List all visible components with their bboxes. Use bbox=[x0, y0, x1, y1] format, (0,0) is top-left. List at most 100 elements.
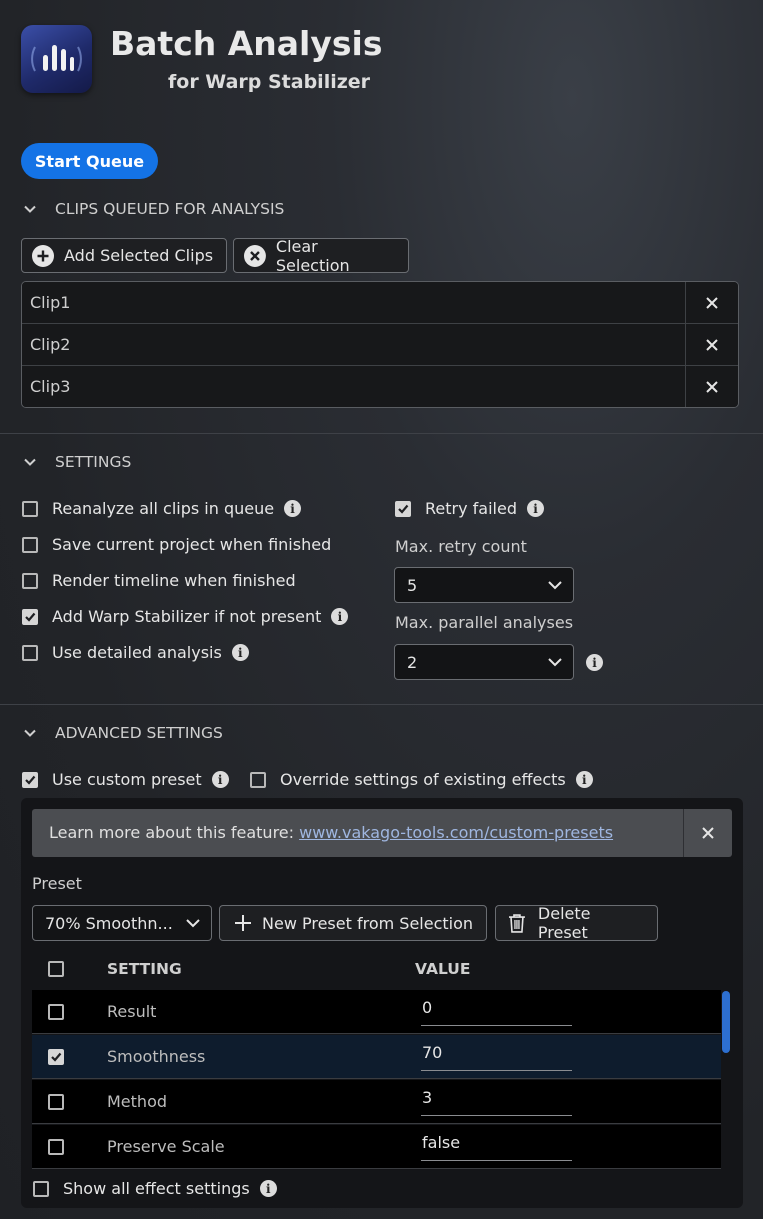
option-label: Retry failed bbox=[425, 499, 517, 518]
preset-label: Preset bbox=[32, 874, 82, 893]
checkbox[interactable] bbox=[48, 1094, 64, 1110]
max-retry-label: Max. retry count bbox=[395, 537, 527, 556]
list-item[interactable]: Clip1 bbox=[22, 282, 738, 324]
reanalyze-option[interactable]: Reanalyze all clips in queue i bbox=[22, 499, 302, 518]
checkbox[interactable] bbox=[250, 771, 266, 788]
option-label: Save current project when finished bbox=[52, 535, 332, 554]
start-queue-button[interactable]: Start Queue bbox=[21, 143, 158, 179]
remove-clip-button[interactable] bbox=[685, 324, 738, 365]
show-all-settings-option[interactable]: Show all effect settings i bbox=[33, 1179, 277, 1198]
save-project-option[interactable]: Save current project when finished bbox=[22, 535, 331, 554]
list-item[interactable]: Clip3 bbox=[22, 366, 738, 407]
settings-table: Result 0 Smoothness 70 Method 3 Preserve… bbox=[32, 990, 732, 1170]
clip-name: Clip2 bbox=[30, 335, 71, 354]
setting-value-input[interactable]: 70 bbox=[421, 1043, 572, 1071]
max-retry-select[interactable]: 5 bbox=[394, 567, 574, 603]
render-timeline-option[interactable]: Render timeline when finished bbox=[22, 571, 296, 590]
audio-bars-logo-icon bbox=[31, 45, 82, 72]
setting-column-header: SETTING bbox=[107, 960, 182, 978]
setting-value-input[interactable]: 0 bbox=[421, 998, 572, 1026]
setting-name: Preserve Scale bbox=[107, 1137, 225, 1156]
add-selected-clips-label: Add Selected Clips bbox=[64, 246, 214, 265]
scrollbar-thumb[interactable] bbox=[722, 991, 730, 1053]
delete-preset-label: Delete Preset bbox=[537, 904, 591, 942]
max-parallel-label: Max. parallel analyses bbox=[395, 613, 574, 632]
detailed-analysis-option[interactable]: Use detailed analysis i bbox=[22, 643, 249, 662]
info-icon[interactable]: i bbox=[586, 654, 603, 671]
app-logo bbox=[21, 25, 92, 93]
option-label: Reanalyze all clips in queue bbox=[52, 499, 275, 518]
chevron-down-icon bbox=[24, 458, 36, 466]
clear-selection-button[interactable]: Clear Selection bbox=[233, 236, 409, 275]
option-label: Show all effect settings bbox=[63, 1179, 250, 1198]
table-row[interactable]: Result 0 bbox=[32, 990, 722, 1034]
table-row[interactable]: Preserve Scale false bbox=[32, 1125, 722, 1169]
list-item[interactable]: Clip2 bbox=[22, 324, 738, 366]
banner-close-button[interactable] bbox=[683, 809, 732, 857]
checkbox[interactable] bbox=[22, 536, 38, 553]
clip-list: Clip1 Clip2 Clip3 bbox=[21, 281, 739, 408]
checkbox[interactable] bbox=[22, 608, 38, 625]
add-warp-stabilizer-option[interactable]: Add Warp Stabilizer if not present i bbox=[22, 607, 349, 626]
use-custom-preset-option[interactable]: Use custom preset i bbox=[22, 770, 229, 789]
add-selected-clips-button[interactable]: Add Selected Clips bbox=[21, 238, 227, 273]
new-preset-label: New Preset from Selection bbox=[262, 913, 474, 933]
checkmark-icon bbox=[51, 1052, 62, 1062]
banner-link[interactable]: www.vakago-tools.com/custom-presets bbox=[299, 823, 613, 842]
checkbox[interactable] bbox=[22, 572, 38, 589]
app-title: Batch Analysis bbox=[110, 24, 383, 63]
setting-value-input[interactable]: false bbox=[421, 1133, 572, 1161]
checkbox[interactable] bbox=[48, 1139, 64, 1155]
remove-clip-button[interactable] bbox=[685, 282, 738, 323]
clear-selection-label: Clear Selection bbox=[275, 236, 350, 275]
trash-icon bbox=[508, 914, 525, 933]
info-icon[interactable]: i bbox=[231, 644, 249, 661]
remove-clip-button[interactable] bbox=[685, 366, 738, 407]
table-row[interactable]: Smoothness 70 bbox=[32, 1035, 722, 1079]
info-icon[interactable]: i bbox=[211, 771, 229, 788]
chevron-down-icon bbox=[24, 729, 36, 737]
chevron-down-icon bbox=[186, 919, 200, 928]
advanced-section-header[interactable]: ADVANCED SETTINGS bbox=[21, 724, 223, 742]
select-all-checkbox[interactable] bbox=[48, 961, 64, 977]
clips-section-header[interactable]: CLIPS QUEUED FOR ANALYSIS bbox=[21, 200, 284, 218]
close-icon bbox=[706, 338, 718, 351]
setting-name: Method bbox=[107, 1092, 168, 1111]
clip-name: Clip3 bbox=[30, 377, 71, 396]
info-icon[interactable]: i bbox=[575, 771, 593, 788]
checkmark-icon bbox=[25, 775, 36, 785]
table-row[interactable]: Method 3 bbox=[32, 1080, 722, 1124]
checkbox[interactable] bbox=[395, 500, 411, 517]
checkbox[interactable] bbox=[48, 1004, 64, 1020]
checkmark-icon bbox=[398, 504, 409, 514]
setting-name: Result bbox=[107, 1002, 157, 1021]
preset-select[interactable]: 70% Smoothn... bbox=[32, 905, 212, 941]
chevron-down-icon bbox=[24, 205, 36, 213]
select-value: 5 bbox=[407, 575, 418, 595]
override-settings-option[interactable]: Override settings of existing effects i bbox=[250, 770, 593, 789]
setting-name: Smoothness bbox=[107, 1047, 206, 1066]
info-icon[interactable]: i bbox=[331, 608, 349, 625]
clip-name: Clip1 bbox=[30, 293, 71, 312]
banner-text: Learn more about this feature: www.vakag… bbox=[49, 823, 613, 842]
setting-value-input[interactable]: 3 bbox=[421, 1088, 572, 1116]
divider bbox=[0, 704, 763, 705]
close-icon bbox=[706, 380, 718, 393]
max-parallel-select[interactable]: 2 bbox=[394, 644, 574, 680]
settings-section-header[interactable]: SETTINGS bbox=[21, 453, 131, 471]
option-label: Use custom preset bbox=[52, 770, 202, 789]
checkbox[interactable] bbox=[22, 500, 38, 517]
info-icon[interactable]: i bbox=[526, 500, 544, 517]
select-value: 2 bbox=[407, 652, 418, 672]
checkbox[interactable] bbox=[22, 644, 38, 661]
checkbox[interactable] bbox=[48, 1049, 64, 1065]
new-preset-button[interactable]: New Preset from Selection bbox=[219, 905, 487, 941]
retry-failed-option[interactable]: Retry failed i bbox=[395, 499, 544, 518]
checkbox[interactable] bbox=[33, 1180, 49, 1197]
divider bbox=[0, 433, 763, 434]
info-icon[interactable]: i bbox=[259, 1180, 277, 1197]
delete-preset-button[interactable]: Delete Preset bbox=[495, 904, 658, 942]
checkbox[interactable] bbox=[22, 771, 38, 788]
info-icon[interactable]: i bbox=[284, 500, 302, 517]
close-icon bbox=[706, 296, 718, 309]
